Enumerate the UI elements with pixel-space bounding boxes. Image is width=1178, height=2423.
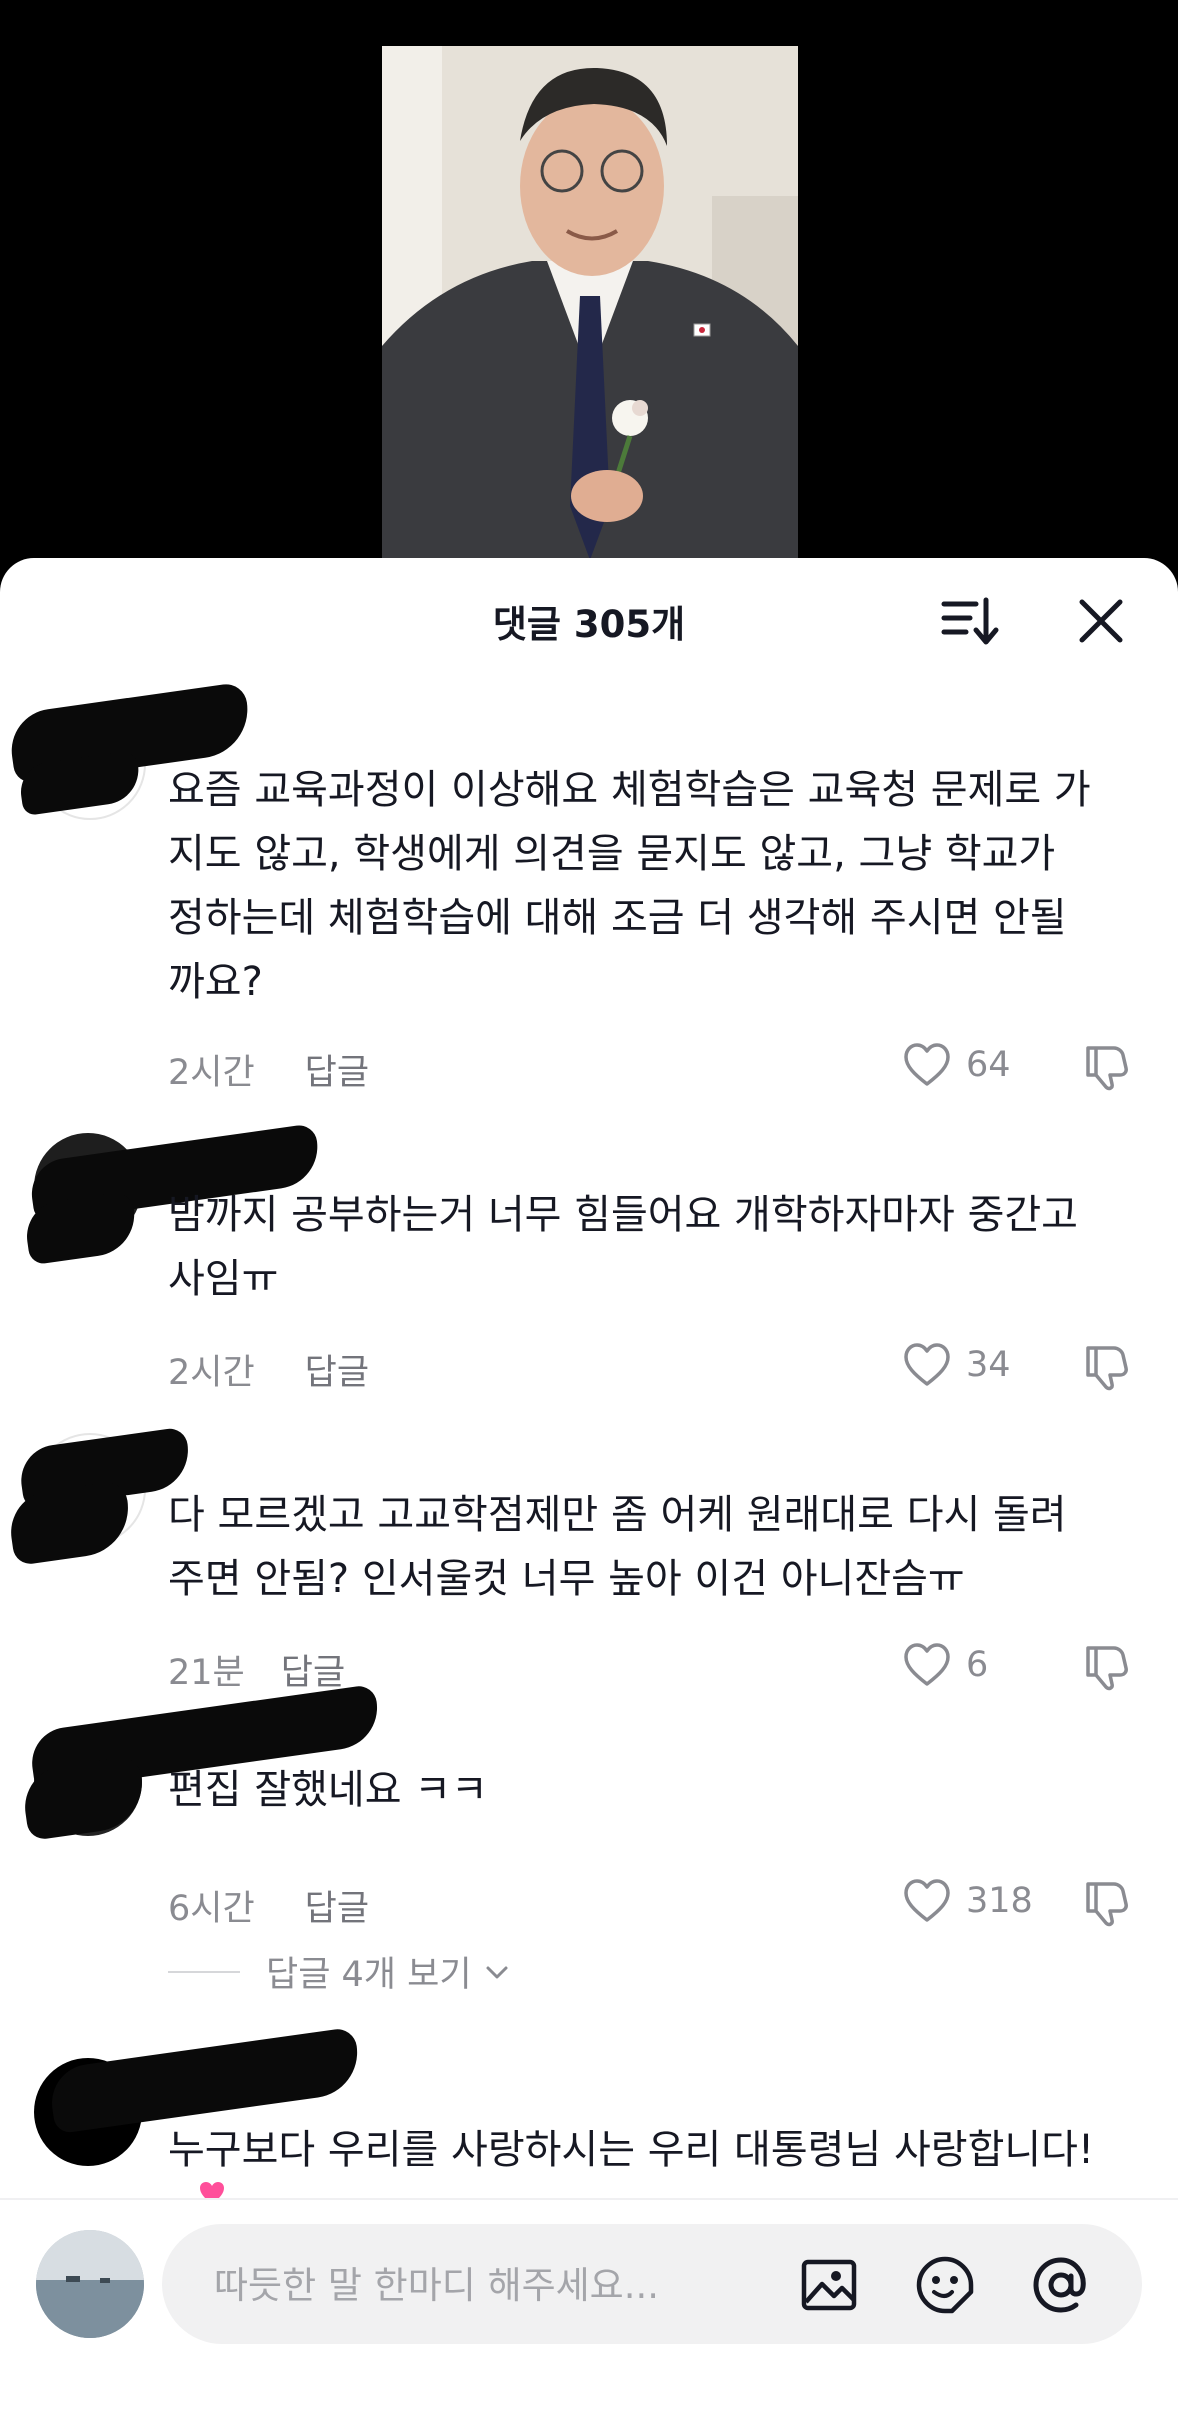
comment-input-box[interactable] [162, 2224, 1142, 2346]
comment-text: 누구보다 우리를 사랑하시는 우리 대통령님 사랑합니다! [168, 2127, 1095, 2173]
like-button[interactable]: 6 [900, 1638, 988, 1692]
reply-button[interactable]: 답글 [305, 1053, 369, 1093]
comments-sheet: 댓글 305개 요즘 교육과정이 이상해요 체험학습은 교육청 문제로 가 지도… [0, 558, 1178, 2423]
view-replies-button[interactable]: 답글 4개 보기 [168, 1946, 514, 1997]
reply-button[interactable]: 답글 [305, 1889, 369, 1929]
divider [168, 1970, 240, 1973]
emoji-icon[interactable] [914, 2254, 976, 2316]
comment-text: 요즘 교육과정이 이상해요 체험학습은 교육청 문제로 가 지도 않고, 학생에… [168, 767, 1091, 1005]
dislike-icon[interactable] [1080, 1638, 1134, 1692]
like-count: 64 [966, 1045, 1011, 1085]
comment-time: 2시간 [168, 1053, 255, 1093]
comment-meta: 2시간 답글 [168, 1044, 369, 1095]
dislike-icon[interactable] [1080, 1338, 1134, 1392]
comment-text: 밤까지 공부하는거 너무 힘들어요 개학하자마자 중간고 사임ㅠ [168, 1192, 1078, 1302]
comment-time: 2시간 [168, 1353, 255, 1393]
heart-icon [904, 1879, 950, 1922]
view-replies-label: 답글 4개 보기 [266, 1955, 472, 1995]
comment-input-bar [0, 2198, 1178, 2423]
image-icon[interactable] [798, 2254, 860, 2316]
comment-text: 편집 잘했네요 ㅋㅋ [168, 1767, 488, 1813]
reply-button[interactable]: 답글 [305, 1353, 369, 1393]
comment-input[interactable] [212, 2224, 776, 2346]
like-button[interactable]: 64 [900, 1038, 1011, 1092]
like-button[interactable]: 318 [900, 1874, 1033, 1928]
video-area[interactable] [0, 0, 1178, 600]
my-avatar[interactable] [36, 2230, 144, 2338]
comment-meta: 21분 답글 [168, 1644, 345, 1695]
comment-meta: 2시간 답글 [168, 1344, 369, 1395]
dislike-icon[interactable] [1080, 1874, 1134, 1928]
comment-time: 6시간 [168, 1889, 255, 1929]
chevron-down-icon [486, 1966, 508, 1978]
video-thumbnail [382, 46, 798, 560]
mention-icon[interactable] [1030, 2254, 1092, 2316]
like-count: 6 [966, 1645, 989, 1685]
comment-time: 21분 [168, 1653, 245, 1693]
heart-icon [904, 1343, 950, 1386]
heart-icon [904, 1043, 950, 1086]
like-button[interactable]: 34 [900, 1338, 1011, 1392]
dislike-icon[interactable] [1080, 1038, 1134, 1092]
comment-text: 다 모르겠고 고교학점제만 좀 어케 원래대로 다시 돌려 주면 안됨? 인서울… [168, 1492, 1067, 1602]
reply-button[interactable]: 답글 [281, 1653, 345, 1693]
heart-icon [904, 1643, 950, 1686]
like-count: 34 [966, 1345, 1011, 1385]
comment-meta: 6시간 답글 [168, 1880, 369, 1931]
sort-icon[interactable] [936, 588, 1002, 654]
comments-header: 댓글 305개 [0, 558, 1178, 678]
close-icon[interactable] [1068, 588, 1134, 654]
like-count: 318 [966, 1881, 1033, 1921]
